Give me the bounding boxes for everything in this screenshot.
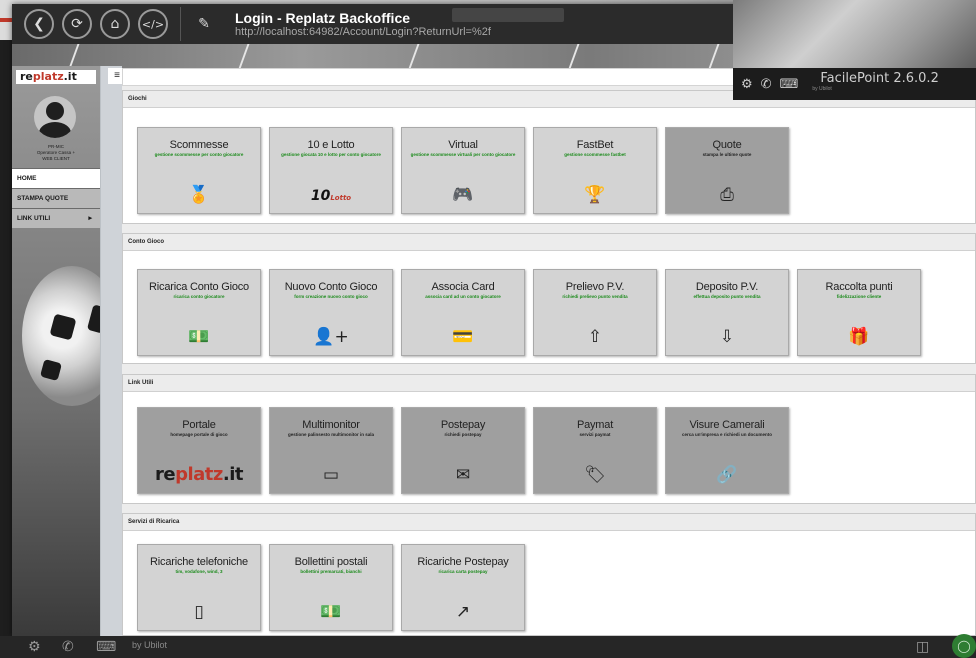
gift-icon: 🎁 <box>848 327 870 347</box>
taskbar-by-ubilot: by Ubilot <box>132 640 168 650</box>
gamepad-icon: 🎮 <box>452 185 474 205</box>
tile-scommesse[interactable]: Scommesse gestione scommesse per conto g… <box>137 127 261 214</box>
dev-tools-button[interactable]: </> <box>138 9 168 39</box>
trophy-icon: 🏆 <box>584 185 606 205</box>
page-url[interactable]: http://localhost:64982/Account/Login?Ret… <box>235 26 491 39</box>
facilepoint-name: FacilePoint 2.6.0.2 by Ubilot <box>812 71 939 92</box>
refresh-button[interactable]: ⟳ <box>62 9 92 39</box>
monitor-icon: ▭ <box>322 465 340 485</box>
section-title: Link Utili <box>123 375 975 392</box>
taskbar: ⚙ ✆ ⌨ by Ubilot ◫ ◯ <box>0 634 976 658</box>
tile-deposito-pv[interactable]: Deposito P.V. effettua deposito punto ve… <box>665 269 789 356</box>
soccer-ball-image <box>22 266 100 406</box>
sidebar-item-home[interactable]: HOME <box>12 168 100 188</box>
gear-icon[interactable]: ⚙ <box>741 77 753 92</box>
tile-bollettini-postali[interactable]: Bollettini postali bollettini premarcati… <box>269 544 393 631</box>
chevron-right-icon: ▸ <box>88 215 92 222</box>
facilepoint-window: ⚙ ✆ ⌨ FacilePoint 2.6.0.2 by Ubilot <box>733 0 976 100</box>
tile-ricariche-telefoniche[interactable]: Ricariche telefoniche tim, vodafone, win… <box>137 544 261 631</box>
edit-url-button[interactable]: ✎ <box>189 9 219 39</box>
tag-icon: 🏷 <box>584 465 606 485</box>
pencil-icon: ✎ <box>198 16 210 32</box>
print-icon: ⎙ <box>720 185 734 205</box>
facilepoint-banner <box>733 0 976 68</box>
tile-nuovo-conto-gioco[interactable]: Nuovo Conto Gioco form creazione nuovo c… <box>269 269 393 356</box>
section-title: Servizi di Ricarica <box>123 514 975 531</box>
phone-handset-icon[interactable]: ✆ <box>761 77 772 92</box>
back-button[interactable]: ❮ <box>24 9 54 39</box>
sidebar: replatz.it PR-MIC Operatore Cassa + WEB … <box>12 66 100 636</box>
tile-associa-card[interactable]: Associa Card associa card ad un conto gi… <box>401 269 525 356</box>
cash-icon: 💵 <box>188 327 210 347</box>
back-icon: ❮ <box>33 16 45 32</box>
tile-multimonitor[interactable]: Multimonitor gestione palinsesto multimo… <box>269 407 393 494</box>
section-link-utili: Link Utili Portale homepage portale di g… <box>122 374 976 504</box>
facilepoint-toolbar: ⚙ ✆ ⌨ FacilePoint 2.6.0.2 by Ubilot <box>733 68 976 100</box>
window-icon[interactable]: ◫ <box>916 639 929 655</box>
title-separator <box>180 7 181 41</box>
tile-portale[interactable]: Portale homepage portale di gioco replat… <box>137 407 261 494</box>
tile-postepay[interactable]: Postepay richiedi postepay ✉ <box>401 407 525 494</box>
sidebar-item-stampa-quote[interactable]: STAMPA QUOTE <box>12 188 100 208</box>
tile-paymat[interactable]: Paymat servizi paymat 🏷 <box>533 407 657 494</box>
cash-icon: 💵 <box>320 602 342 622</box>
code-icon: </> <box>141 17 165 31</box>
arrow-up-circle-icon: ⇧ <box>587 327 603 347</box>
keyboard-icon[interactable]: ⌨ <box>780 77 799 92</box>
share-icon: ↗ <box>455 602 471 622</box>
replatz-logo: replatz.it <box>154 464 244 485</box>
tile-10-e-lotto[interactable]: 10 e Lotto gestione giocata 10 e lotto p… <box>269 127 393 214</box>
sidebar-menu: HOME STAMPA QUOTE LINK UTILI ▸ <box>12 168 100 228</box>
tile-ricariche-postepay[interactable]: Ricariche Postepay ricarica carta postep… <box>401 544 525 631</box>
section-giochi: Giochi Scommesse gestione scommesse per … <box>122 90 976 224</box>
section-conto-gioco: Conto Gioco Ricarica Conto Gioco ricaric… <box>122 233 976 364</box>
user-info: PR-MIC Operatore Cassa + WEB CLIENT <box>12 144 100 162</box>
tile-prelievo-pv[interactable]: Prelievo P.V. richiedi prelievo punto ve… <box>533 269 657 356</box>
tile-ricarica-conto-gioco[interactable]: Ricarica Conto Gioco ricarica conto gioc… <box>137 269 261 356</box>
replatz-logo[interactable]: replatz.it <box>16 70 96 84</box>
main-content: Giochi Scommesse gestione scommesse per … <box>122 90 976 636</box>
avatar <box>34 96 76 138</box>
home-icon: ⌂ <box>110 16 120 32</box>
tile-virtual[interactable]: Virtual gestione scommesse virtuali per … <box>401 127 525 214</box>
sidebar-collapse-strip <box>100 66 122 636</box>
drag-handle[interactable] <box>452 8 564 22</box>
card-icon: 💳 <box>452 327 474 347</box>
sidebar-item-link-utili[interactable]: LINK UTILI ▸ <box>12 208 100 228</box>
phone-handset-icon[interactable]: ✆ <box>62 639 74 655</box>
tile-fastbet[interactable]: FastBet gestione scommesse fastbet 🏆 <box>533 127 657 214</box>
phone-icon: ▯ <box>194 602 204 622</box>
user-client: WEB CLIENT <box>42 156 70 161</box>
refresh-icon: ⟳ <box>71 16 83 32</box>
link-icon: 🔗 <box>716 465 738 485</box>
section-title: Conto Gioco <box>123 234 975 251</box>
keyboard-icon[interactable]: ⌨ <box>96 639 116 655</box>
home-button[interactable]: ⌂ <box>100 9 130 39</box>
tile-raccolta-punti[interactable]: Raccolta punti fidelizzazione cliente 🎁 <box>797 269 921 356</box>
add-user-icon: 👤+ <box>313 327 349 347</box>
arrow-down-circle-icon: ⇩ <box>719 327 735 347</box>
section-servizi-ricarica: Servizi di Ricarica Ricariche telefonich… <box>122 513 976 636</box>
envelope-icon: ✉ <box>455 465 471 485</box>
gear-icon[interactable]: ⚙ <box>28 639 41 655</box>
medal-icon: 🏅 <box>188 185 210 205</box>
network-status-icon[interactable]: ◯ <box>952 634 976 658</box>
10elotto-logo: 10Lotto <box>310 188 352 204</box>
tile-visure-camerali[interactable]: Visure Camerali cerca un'impresa e richi… <box>665 407 789 494</box>
tile-quote[interactable]: Quote stampa le ultime quote ⎙ <box>665 127 789 214</box>
